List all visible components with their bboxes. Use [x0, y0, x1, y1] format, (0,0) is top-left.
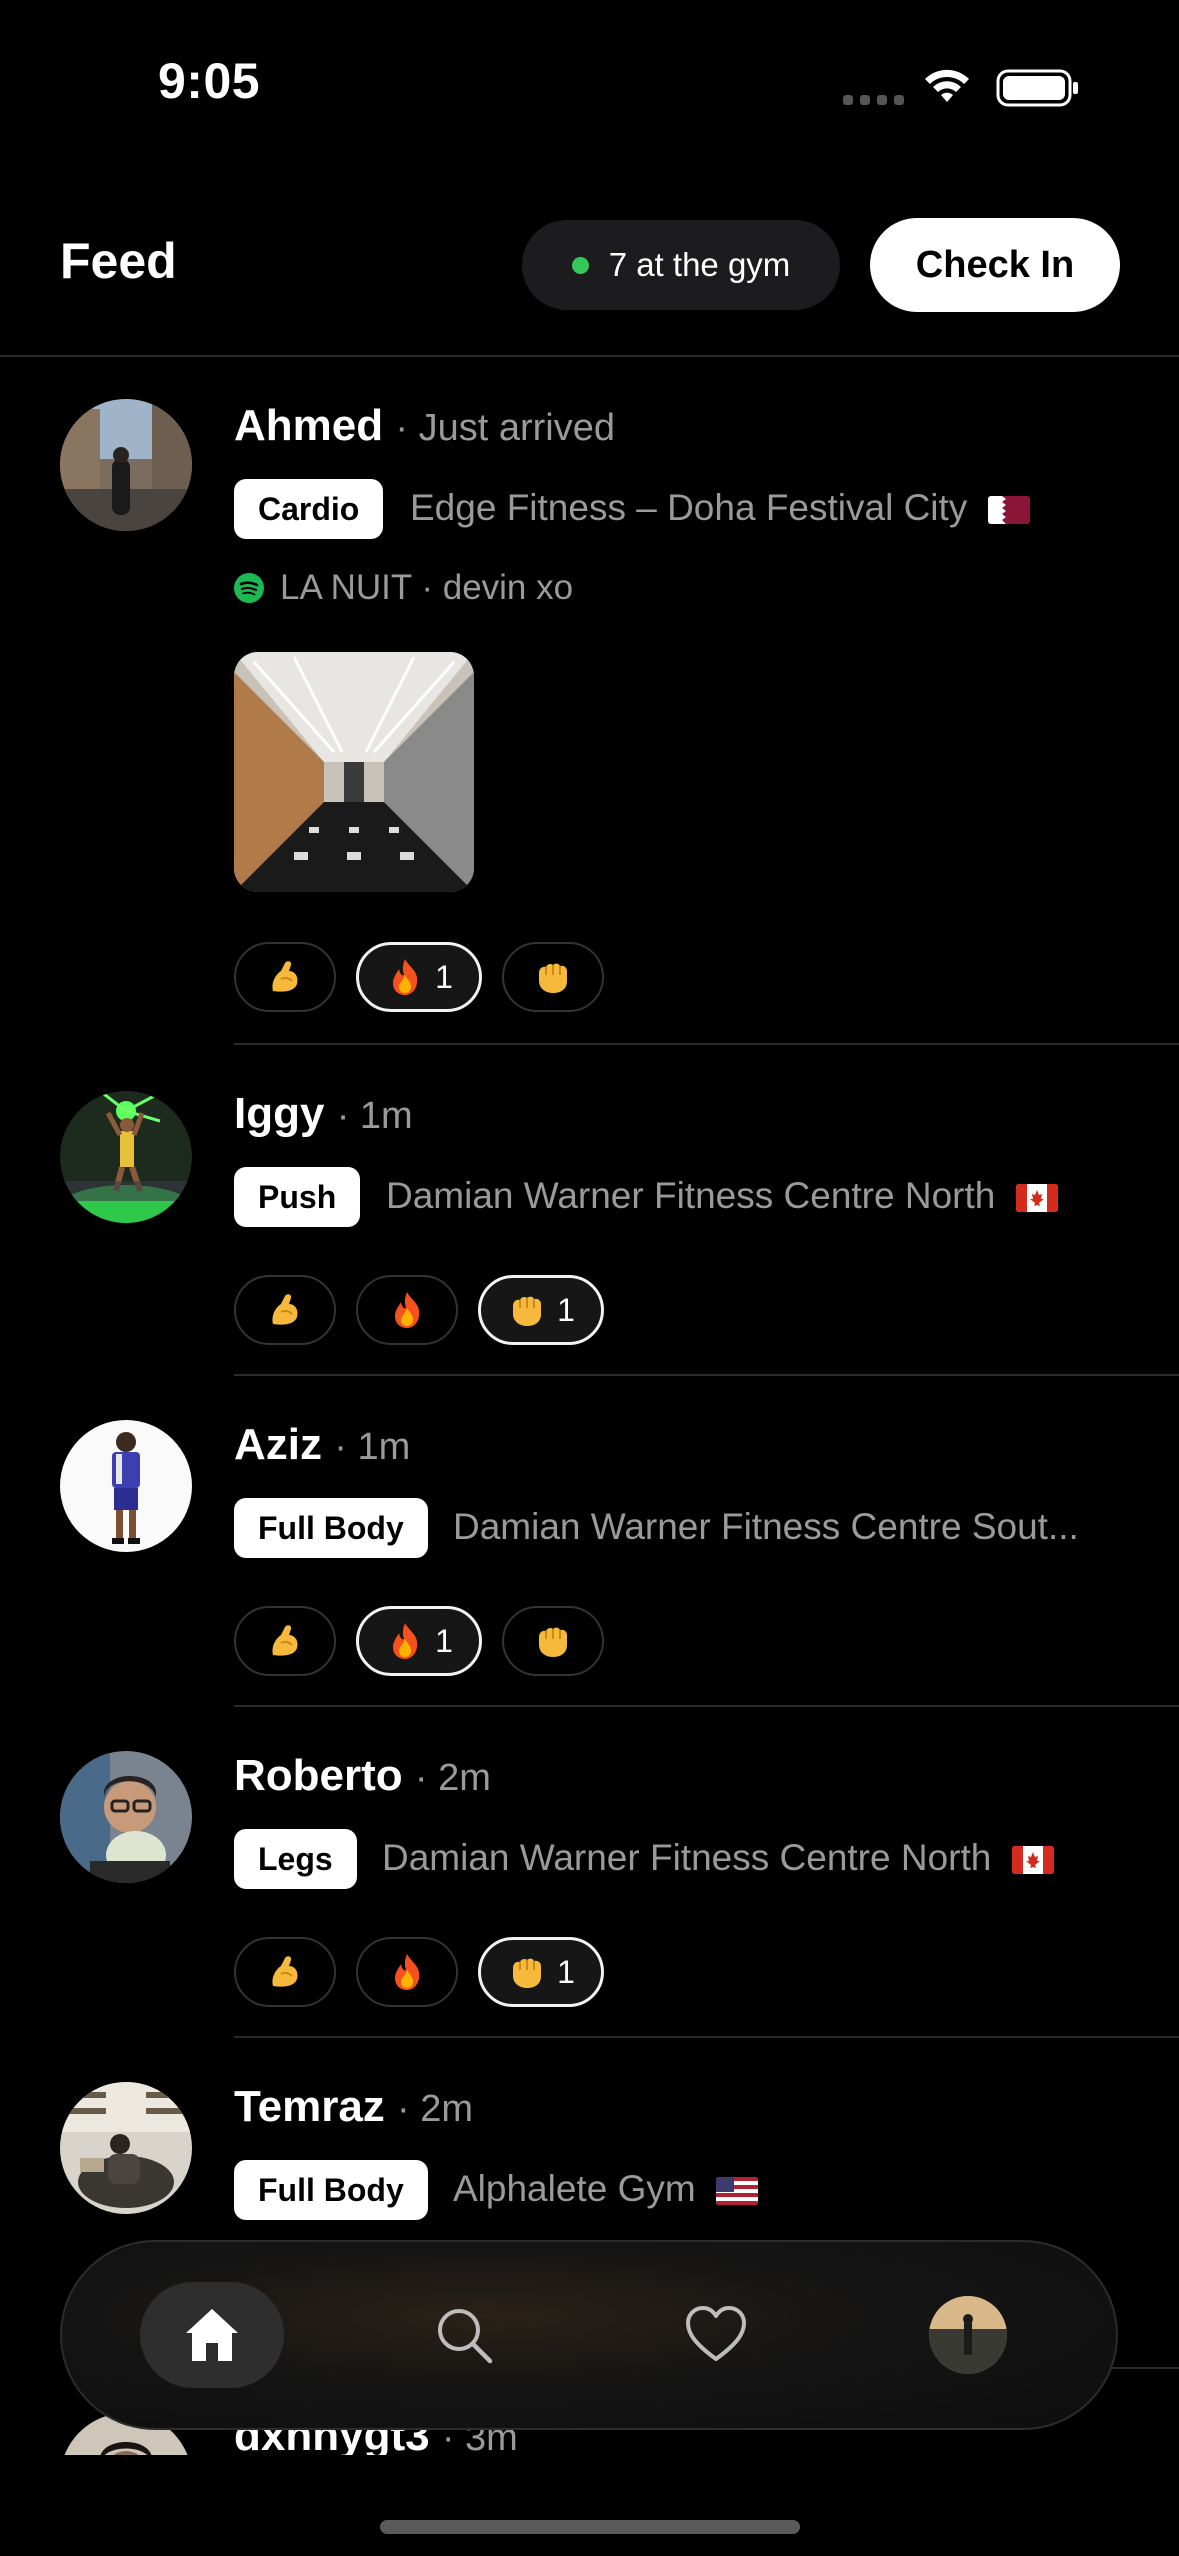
search-icon [438, 2309, 493, 2364]
battery-icon [996, 69, 1078, 107]
reaction-bar: 1 [234, 1937, 604, 2007]
fist-icon [539, 1627, 567, 1657]
user-name[interactable]: Iggy [234, 1089, 324, 1138]
feed-post: Aziz · 1m Full Body Damian Warner Fitnes… [0, 1376, 1179, 1707]
reaction-count: 1 [435, 958, 453, 995]
qatar-flag-icon [987, 496, 1030, 525]
feed-post: Iggy · 1m Push Damian Warner Fitness Cen… [0, 1045, 1179, 1376]
reaction-bar: 1 [234, 942, 604, 1012]
post-time: 1m [359, 1095, 413, 1137]
gym-location[interactable]: Damian Warner Fitness Centre North [382, 1837, 1054, 1879]
feed-post: Ahmed · Just arrived Cardio Edge Fitness… [0, 357, 1179, 1045]
bottom-safe-area [0, 2460, 1179, 2556]
tab-search[interactable] [392, 2282, 536, 2388]
reaction-count: 1 [435, 1622, 453, 1659]
post-time: 2m [420, 2088, 474, 2130]
post-header: Iggy · 1m [234, 1089, 413, 1138]
reaction-button[interactable] [356, 1937, 458, 2007]
post-photo[interactable] [234, 652, 474, 892]
now-playing[interactable]: LA NUIT · devin xo [234, 568, 573, 608]
tab-profile[interactable] [896, 2282, 1040, 2388]
user-name[interactable]: Roberto [234, 1751, 403, 1800]
workout-tag: Full Body [234, 2160, 428, 2220]
workout-tag: Push [234, 1167, 361, 1227]
user-name[interactable]: Aziz [234, 1420, 322, 1469]
cellular-signal-icon [843, 95, 904, 105]
reaction-button[interactable] [234, 1606, 336, 1676]
status-bar: 9:05 [0, 0, 1179, 170]
reaction-bar: 1 [234, 1275, 604, 1345]
reaction-button[interactable]: 1 [478, 1937, 604, 2007]
wifi-icon [925, 69, 969, 102]
tab-activity[interactable] [644, 2282, 788, 2388]
avatar[interactable] [60, 1091, 192, 1223]
canada-flag-icon [1015, 1184, 1058, 1213]
flexed-biceps-icon [272, 1625, 298, 1656]
post-time: 2m [438, 1757, 491, 1799]
status-time: 9:05 [158, 53, 261, 109]
reaction-button[interactable] [234, 1937, 336, 2007]
reaction-button[interactable]: 1 [478, 1275, 604, 1345]
post-header: Roberto · 2m [234, 1751, 491, 1800]
post-header: Ahmed · Just arrived [234, 401, 615, 450]
fire-icon [393, 1623, 418, 1659]
gym-location[interactable]: Damian Warner Fitness Centre North [386, 1175, 1058, 1217]
tab-bar [60, 2240, 1118, 2430]
gym-location[interactable]: Alphalete Gym [453, 2168, 758, 2210]
home-indicator [380, 2520, 800, 2534]
post-time: 1m [357, 1426, 411, 1468]
spotify-icon [234, 573, 264, 603]
home-icon [186, 2309, 238, 2361]
reaction-button[interactable]: 1 [356, 1606, 482, 1676]
post-time: Just arrived [418, 407, 615, 449]
user-name[interactable]: Temraz [234, 2082, 385, 2131]
flexed-biceps-icon [272, 1294, 298, 1325]
feed-header: Feed 7 at the gym Check In [0, 170, 1179, 357]
now-playing-text: LA NUIT · devin xo [280, 568, 574, 607]
fire-icon [395, 1954, 420, 1990]
reaction-count: 1 [557, 1953, 575, 1990]
reaction-bar: 1 [234, 1606, 604, 1676]
avatar[interactable] [60, 1751, 192, 1883]
gym-location[interactable]: Damian Warner Fitness Centre Sout... [453, 1506, 1079, 1548]
gym-count-pill[interactable]: 7 at the gym [522, 220, 840, 310]
canada-flag-icon [1011, 1846, 1054, 1875]
fist-icon [539, 963, 567, 993]
workout-tag: Legs [234, 1829, 357, 1889]
heart-icon [686, 2306, 746, 2361]
reaction-button[interactable]: 1 [356, 942, 482, 1012]
gym-location[interactable]: Edge Fitness – Doha Festival City [410, 487, 1030, 529]
profile-avatar [929, 2296, 1007, 2374]
post-header: Temraz · 2m [234, 2082, 474, 2131]
fire-icon [393, 959, 418, 995]
workout-tag: Full Body [234, 1498, 428, 1558]
fire-icon [395, 1292, 420, 1328]
reaction-button[interactable] [234, 1275, 336, 1345]
flexed-biceps-icon [272, 961, 298, 992]
user-name[interactable]: Ahmed [234, 401, 383, 450]
avatar[interactable] [60, 2082, 192, 2214]
reaction-button[interactable] [502, 942, 604, 1012]
fist-icon [513, 1958, 542, 1988]
avatar[interactable] [60, 399, 192, 531]
flexed-biceps-icon [272, 1956, 298, 1987]
post-header: Aziz · 1m [234, 1420, 411, 1469]
fist-icon [513, 1296, 542, 1326]
reaction-button[interactable] [356, 1275, 458, 1345]
page-title: Feed [60, 233, 177, 289]
avatar[interactable] [60, 1420, 192, 1552]
feed-post: Roberto · 2m Legs Damian Warner Fitness … [0, 1707, 1179, 2038]
reaction-button[interactable] [502, 1606, 604, 1676]
workout-tag: Cardio [234, 479, 384, 539]
check-in-button[interactable]: Check In [870, 218, 1120, 312]
reaction-count: 1 [557, 1291, 575, 1328]
gym-count-label: 7 at the gym [608, 246, 791, 283]
reaction-button[interactable] [234, 942, 336, 1012]
usa-flag-icon [715, 2177, 758, 2206]
live-status-dot [571, 256, 589, 274]
tab-home[interactable] [140, 2282, 284, 2388]
